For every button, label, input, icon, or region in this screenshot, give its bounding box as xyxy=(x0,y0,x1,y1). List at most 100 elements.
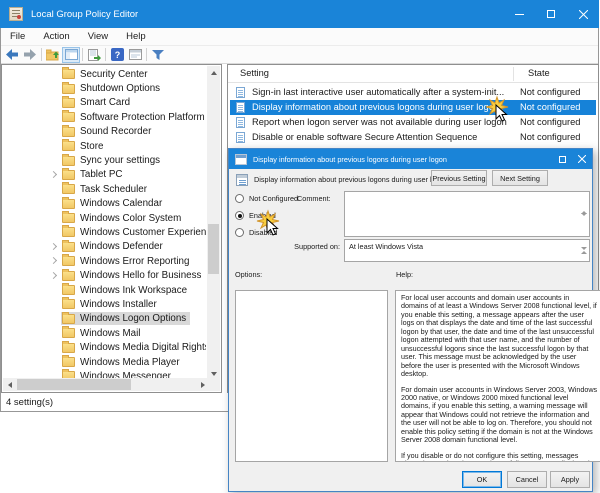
comment-textbox[interactable] xyxy=(344,191,590,237)
dialog-maximize-button[interactable] xyxy=(552,149,572,169)
forward-icon[interactable] xyxy=(21,47,39,63)
horizontal-scroll-thumb[interactable] xyxy=(17,379,131,390)
comment-label: Comment: xyxy=(297,194,331,203)
close-button[interactable] xyxy=(567,0,599,28)
show-console-tree-icon[interactable] xyxy=(62,47,80,63)
column-separator[interactable] xyxy=(513,67,514,81)
tree-item[interactable]: Windows Customer Experience xyxy=(3,225,206,239)
setting-row[interactable]: Sign-in last interactive user automatica… xyxy=(230,85,596,100)
menu-item[interactable]: View xyxy=(79,31,117,42)
scroll-down-arrow[interactable] xyxy=(581,250,587,259)
tree-item[interactable]: Store xyxy=(3,139,206,153)
tree-item[interactable]: Security Center xyxy=(3,67,206,81)
tree-item[interactable]: Windows Mail xyxy=(3,326,206,340)
expand-chevron-icon[interactable] xyxy=(47,269,61,283)
window-title: Local Group Policy Editor xyxy=(31,9,138,20)
radio-icon[interactable] xyxy=(235,211,244,220)
dialog-close-button[interactable] xyxy=(572,149,592,169)
next-setting-button[interactable]: Next Setting xyxy=(492,170,548,186)
dialog-setting-title: Display information about previous logon… xyxy=(254,175,448,184)
tree-item[interactable]: Windows Ink Workspace xyxy=(3,283,206,297)
tree-item[interactable]: Shutdown Options xyxy=(3,81,206,95)
setting-name: Display information about previous logon… xyxy=(252,102,510,112)
radio-option[interactable]: Disabled xyxy=(235,224,298,241)
menu-item[interactable]: File xyxy=(1,31,34,42)
help-paragraph: If you disable or do not configure this … xyxy=(401,452,598,461)
policy-setting-dialog: Display information about previous logon… xyxy=(228,148,593,492)
options-panel[interactable] xyxy=(235,290,388,462)
tree-item[interactable]: Smart Card xyxy=(3,96,206,110)
tree-item[interactable]: Windows Color System xyxy=(3,211,206,225)
radio-icon[interactable] xyxy=(235,228,244,237)
tree-item[interactable]: Windows Logon Options xyxy=(3,312,206,326)
tree-item[interactable]: Windows Error Reporting xyxy=(3,254,206,268)
tree-item[interactable]: Windows Calendar xyxy=(3,197,206,211)
show-window-icon[interactable] xyxy=(126,47,144,63)
folder-icon xyxy=(62,357,75,367)
tree-item[interactable]: Windows Messenger xyxy=(3,369,206,378)
folder-icon xyxy=(62,84,75,94)
supported-on-textbox[interactable]: At least Windows Vista xyxy=(344,239,590,262)
expand-chevron-icon[interactable] xyxy=(47,168,61,182)
tree-horizontal-scrollbar[interactable] xyxy=(3,378,209,391)
vertical-scroll-thumb[interactable] xyxy=(208,224,219,274)
policy-setting-icon xyxy=(236,117,245,128)
close-icon xyxy=(578,155,586,163)
back-icon[interactable] xyxy=(3,47,21,63)
expand-chevron-icon[interactable] xyxy=(47,240,61,254)
tree-item[interactable]: Sound Recorder xyxy=(3,125,206,139)
export-list-icon[interactable] xyxy=(85,47,103,63)
options-label: Options: xyxy=(235,270,262,279)
folder-icon xyxy=(62,184,75,194)
scroll-up-arrow[interactable] xyxy=(207,66,220,79)
close-icon xyxy=(579,10,588,19)
gpedit-app-icon xyxy=(9,7,23,21)
tree-item[interactable]: Windows Media Player xyxy=(3,355,206,369)
filter-icon[interactable] xyxy=(149,47,167,63)
up-one-level-icon[interactable] xyxy=(44,47,62,63)
cancel-button[interactable]: Cancel xyxy=(507,471,547,488)
menu-item[interactable]: Action xyxy=(34,31,78,42)
previous-setting-button[interactable]: Previous Setting xyxy=(431,170,487,186)
expand-chevron-icon[interactable] xyxy=(47,254,61,268)
setting-row[interactable]: Disable or enable software Secure Attent… xyxy=(230,130,596,145)
tree-item[interactable]: Windows Hello for Business xyxy=(3,268,206,282)
tree-vertical-scrollbar[interactable] xyxy=(207,66,220,380)
help-icon[interactable]: ? xyxy=(108,47,126,63)
minimize-icon xyxy=(515,14,524,15)
folder-icon xyxy=(62,299,75,309)
folder-icon xyxy=(62,69,75,79)
setting-row[interactable]: Display information about previous logon… xyxy=(230,100,596,115)
radio-icon[interactable] xyxy=(235,194,244,203)
radio-option[interactable]: Enabled xyxy=(235,207,298,224)
folder-icon xyxy=(62,328,75,338)
minimize-button[interactable] xyxy=(503,0,535,28)
dialog-icon xyxy=(235,154,247,165)
scroll-down-arrow[interactable] xyxy=(581,216,587,234)
tree-item[interactable]: Task Scheduler xyxy=(3,182,206,196)
column-header-state[interactable]: State xyxy=(528,68,550,78)
folder-icon xyxy=(62,127,75,137)
scroll-left-arrow[interactable] xyxy=(3,378,16,391)
tree-item[interactable]: Windows Defender xyxy=(3,240,206,254)
list-header: Setting State xyxy=(228,65,598,83)
tree-item[interactable]: Windows Media Digital Rights xyxy=(3,340,206,354)
radio-option[interactable]: Not Configured xyxy=(235,190,298,207)
tree-item[interactable]: Windows Installer xyxy=(3,297,206,311)
setting-row[interactable]: Report when logon server was not availab… xyxy=(230,115,596,130)
folder-icon xyxy=(62,227,75,237)
tree-item[interactable]: Sync your settings xyxy=(3,153,206,167)
apply-button[interactable]: Apply xyxy=(550,471,590,488)
folder-icon xyxy=(62,314,75,324)
status-text: 4 setting(s) xyxy=(6,397,53,408)
toolbar-separator xyxy=(105,48,106,61)
ok-button[interactable]: OK xyxy=(462,471,502,488)
dialog-title: Display information about previous logon… xyxy=(253,155,447,164)
column-header-setting[interactable]: Setting xyxy=(240,68,269,78)
tree-item[interactable]: Software Protection Platform xyxy=(3,110,206,124)
scrollbar-corner xyxy=(207,378,220,391)
menu-item[interactable]: Help xyxy=(117,31,155,42)
maximize-button[interactable] xyxy=(535,0,567,28)
tree-item[interactable]: Tablet PC xyxy=(3,168,206,182)
scroll-up-arrow[interactable] xyxy=(581,194,587,212)
